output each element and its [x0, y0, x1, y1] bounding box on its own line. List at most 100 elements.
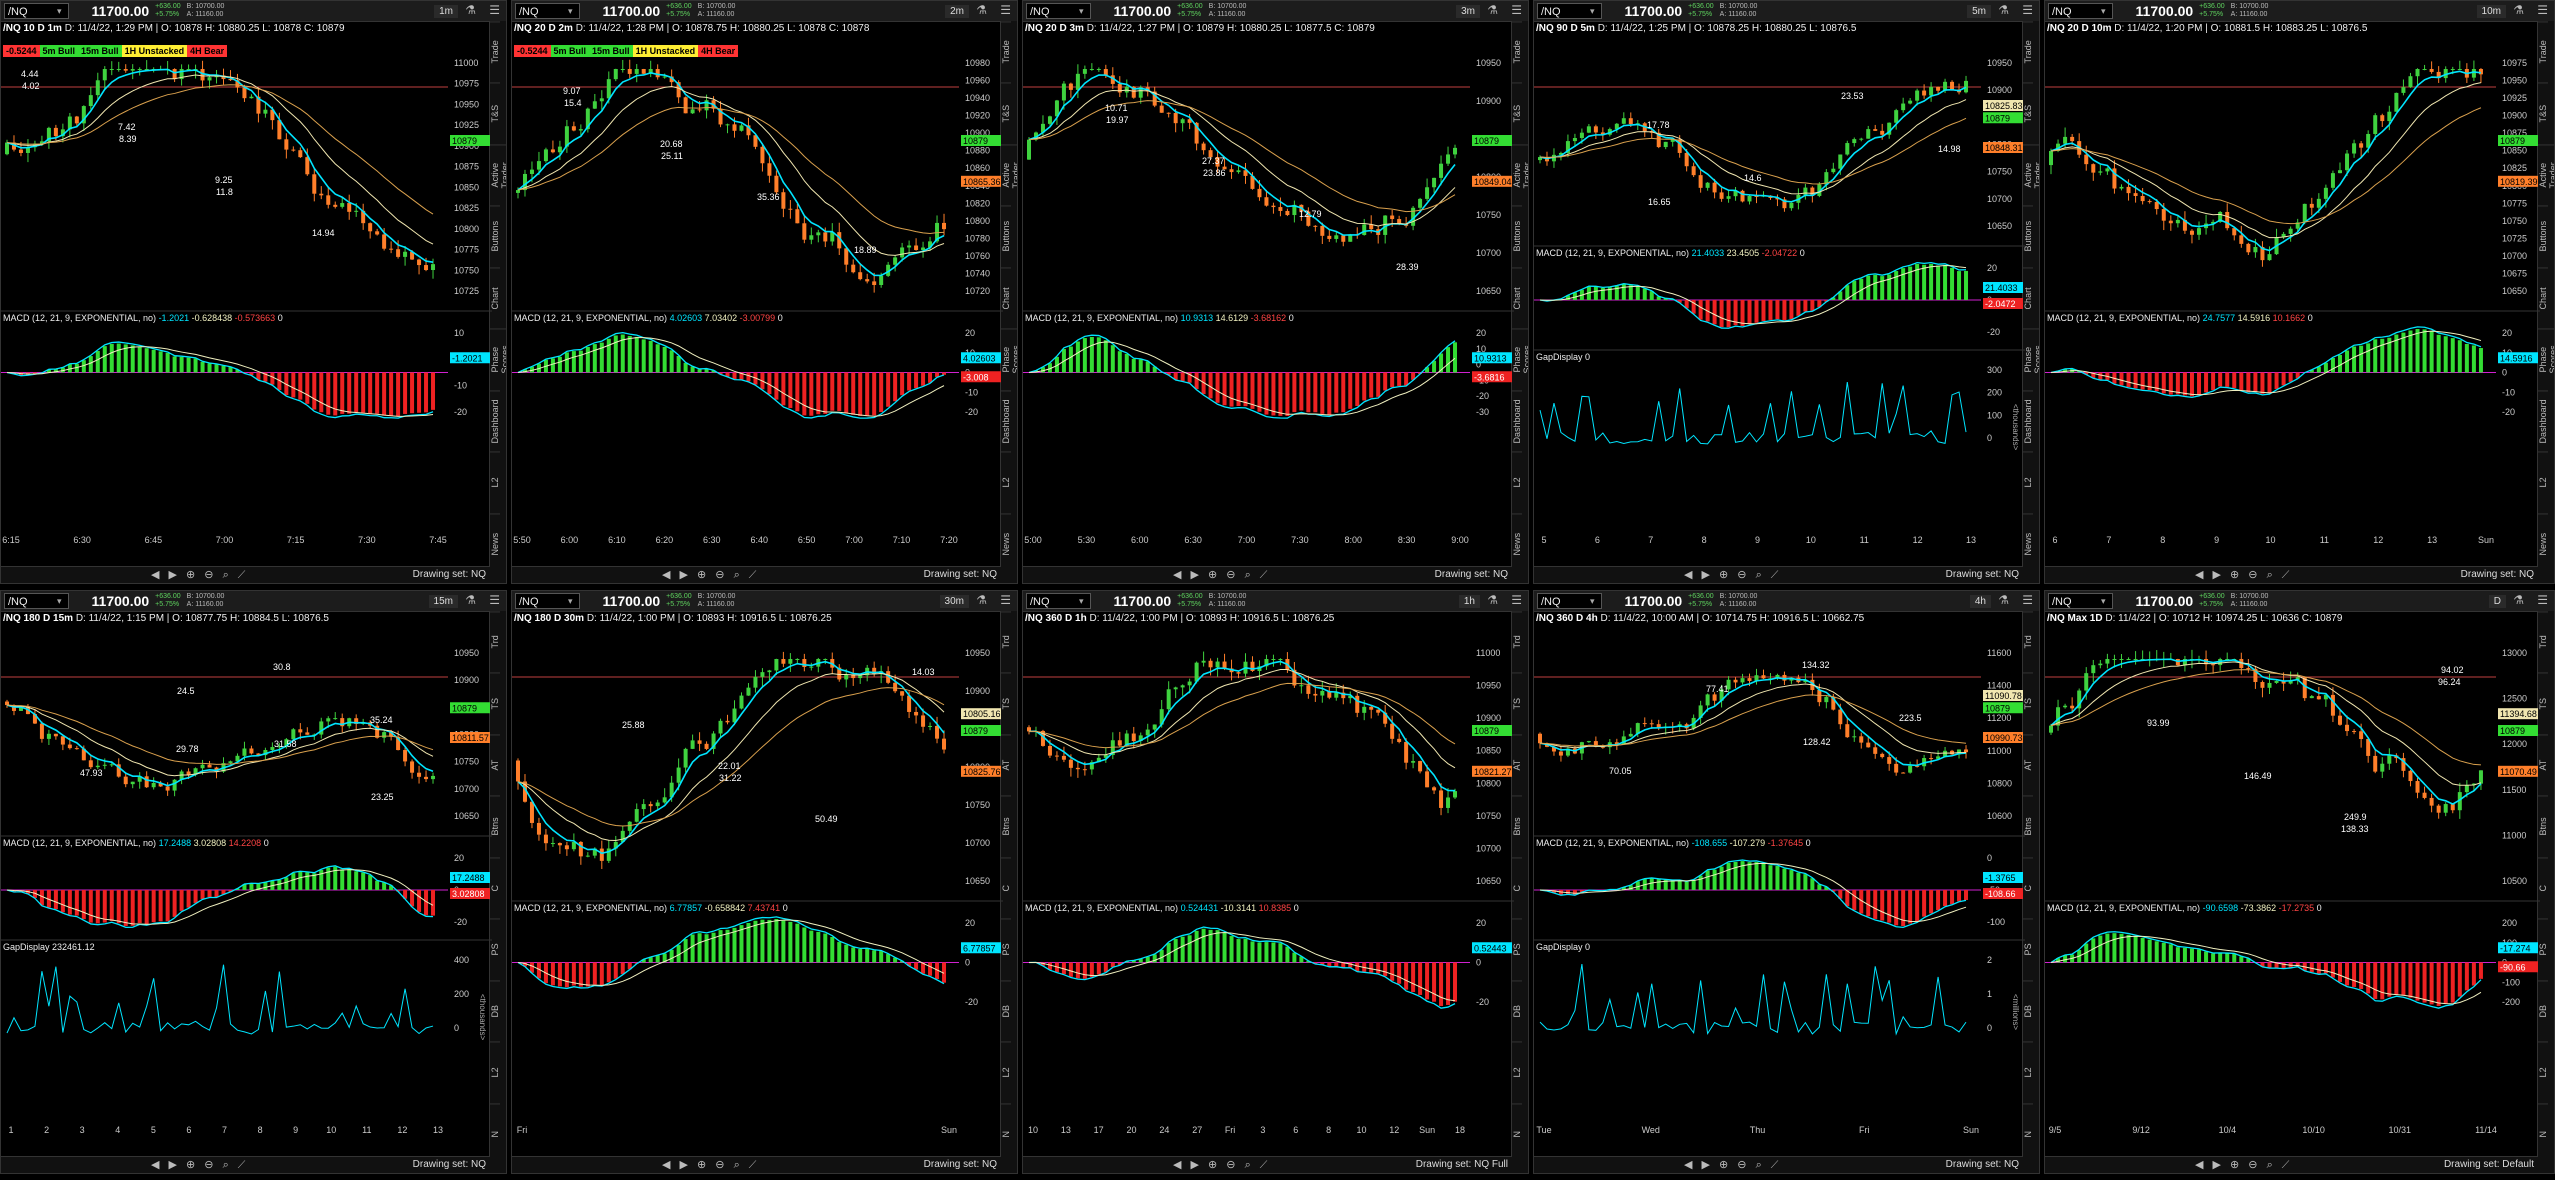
chevron-down-icon[interactable]: ▾: [2101, 6, 2106, 17]
flask-icon[interactable]: ⚗: [1487, 593, 1498, 607]
timeframe-selector[interactable]: 3m: [1456, 4, 1480, 18]
chevron-down-icon[interactable]: ▾: [57, 596, 62, 607]
settings-icon[interactable]: ☰: [489, 3, 500, 17]
macd-signal-value: -107.279: [1729, 838, 1768, 848]
flask-icon[interactable]: ⚗: [976, 3, 987, 17]
macd-histogram-bar: [305, 372, 310, 404]
navigation-tools[interactable]: ◀ ▶ ⊕ ⊖ ⌕ ⟋: [1684, 1158, 1781, 1172]
candle-body: [1173, 687, 1178, 690]
drawing-set-selector[interactable]: Drawing set: NQ: [2461, 569, 2534, 580]
navigation-tools[interactable]: ◀ ▶ ⊕ ⊖ ⌕ ⟋: [2195, 1158, 2292, 1172]
flask-icon[interactable]: ⚗: [2513, 3, 2524, 17]
timeframe-selector[interactable]: 2m: [945, 4, 969, 18]
settings-icon[interactable]: ☰: [489, 593, 500, 607]
candle-body: [319, 193, 324, 196]
price-tag-secondary: 10811.57: [452, 733, 489, 743]
x-tick-label: 10: [1028, 1125, 1038, 1135]
side-tab[interactable]: Phase Scores: [2023, 328, 2039, 390]
settings-icon[interactable]: ☰: [2537, 3, 2548, 17]
drawing-set-selector[interactable]: Drawing set: Default: [2444, 1159, 2534, 1170]
side-tab[interactable]: Phase Scores: [490, 328, 506, 390]
chevron-down-icon[interactable]: ▾: [1079, 6, 1084, 17]
timeframe-selector[interactable]: 4h: [1969, 594, 1991, 608]
side-tab[interactable]: Phase Scores: [1001, 328, 1017, 390]
navigation-tools[interactable]: ◀ ▶ ⊕ ⊖ ⌕ ⟋: [2195, 568, 2292, 582]
navigation-tools[interactable]: ◀ ▶ ⊕ ⊖ ⌕ ⟋: [662, 568, 759, 582]
macd-diff-value: -17.2735: [2278, 903, 2317, 913]
navigation-tools[interactable]: ◀ ▶ ⊕ ⊖ ⌕ ⟋: [151, 1158, 248, 1172]
side-tab[interactable]: Active Trader: [2023, 143, 2039, 206]
drawing-set-selector[interactable]: Drawing set: NQ: [1946, 569, 2019, 580]
settings-icon[interactable]: ☰: [2022, 3, 2033, 17]
timeframe-selector[interactable]: 10m: [2476, 4, 2506, 18]
chart-panel-D: /NQ ▾ 11700.00 +636.00 +5.75% B: 10700.00 A: 1…: [2044, 590, 2555, 1174]
timeframe-selector[interactable]: 1h: [1458, 594, 1480, 608]
drawing-set-selector[interactable]: Drawing set: NQ: [924, 1159, 997, 1170]
chevron-down-icon[interactable]: ▾: [568, 6, 573, 17]
macd-histogram-bar: [2394, 962, 2399, 995]
candle-body: [2091, 164, 2096, 173]
chevron-down-icon[interactable]: ▾: [2101, 596, 2106, 607]
flask-icon[interactable]: ⚗: [976, 593, 987, 607]
navigation-tools[interactable]: ◀ ▶ ⊕ ⊖ ⌕ ⟋: [1684, 568, 1781, 582]
macd-tick-label: -20: [965, 997, 978, 1007]
chevron-down-icon[interactable]: ▾: [1079, 596, 1084, 607]
settings-icon[interactable]: ☰: [2537, 593, 2548, 607]
side-tab[interactable]: Active Trader: [490, 143, 506, 206]
timeframe-selector[interactable]: 15m: [428, 594, 458, 608]
macd-histogram-bar: [2352, 962, 2357, 987]
macd-histogram-bar: [200, 361, 205, 373]
chevron-down-icon[interactable]: ▾: [1590, 6, 1595, 17]
drawing-set-selector[interactable]: Drawing set: NQ: [1946, 1159, 2019, 1170]
swing-annotation: 10.71: [1105, 103, 1128, 113]
candle-body: [529, 169, 534, 174]
macd-histogram-bar: [403, 372, 408, 414]
chevron-down-icon[interactable]: ▾: [1590, 596, 1595, 607]
settings-icon[interactable]: ☰: [1000, 3, 1011, 17]
flask-icon[interactable]: ⚗: [1998, 593, 2009, 607]
timeframe-selector[interactable]: 30m: [939, 594, 969, 608]
macd-histogram-bar: [1278, 943, 1283, 963]
flask-icon[interactable]: ⚗: [465, 3, 476, 17]
y-tick-label: 11400: [1987, 681, 2011, 691]
navigation-tools[interactable]: ◀ ▶ ⊕ ⊖ ⌕ ⟋: [1173, 568, 1270, 582]
flask-icon[interactable]: ⚗: [2513, 593, 2524, 607]
bid-price: B: 10700.00: [1719, 593, 1758, 600]
navigation-tools[interactable]: ◀ ▶ ⊕ ⊖ ⌕ ⟋: [662, 1158, 759, 1172]
candle-body: [2225, 211, 2230, 229]
drawing-set-selector[interactable]: Drawing set: NQ Full: [1416, 1159, 1508, 1170]
side-tab[interactable]: Active Trader: [2538, 143, 2554, 206]
chevron-down-icon[interactable]: ▾: [568, 596, 573, 607]
candle-body: [1285, 210, 1290, 216]
settings-icon[interactable]: ☰: [1511, 593, 1522, 607]
flask-icon[interactable]: ⚗: [1998, 3, 2009, 17]
timeframe-selector[interactable]: 1m: [434, 4, 458, 18]
macd-histogram-bar: [1810, 300, 1815, 311]
drawing-set-selector[interactable]: Drawing set: NQ: [924, 569, 997, 580]
y-tick-label: 10925: [2502, 93, 2527, 103]
price-tag: 10879: [963, 136, 988, 146]
drawing-set-selector[interactable]: Drawing set: NQ: [413, 1159, 486, 1170]
drawing-set-selector[interactable]: Drawing set: NQ: [1435, 569, 1508, 580]
side-tab[interactable]: Phase Scores: [1512, 328, 1528, 390]
chevron-down-icon[interactable]: ▾: [57, 6, 62, 17]
navigation-tools[interactable]: ◀ ▶ ⊕ ⊖ ⌕ ⟋: [151, 568, 248, 582]
drawing-set-selector[interactable]: Drawing set: NQ: [413, 569, 486, 580]
side-tab[interactable]: Active Trader: [1512, 143, 1528, 206]
flask-icon[interactable]: ⚗: [465, 593, 476, 607]
candle-body: [1922, 90, 1927, 96]
settings-icon[interactable]: ☰: [2022, 593, 2033, 607]
bid-ask: B: 10700.00 A: 11160.00: [1720, 3, 1758, 19]
timeframe-selector[interactable]: 5m: [1967, 4, 1991, 18]
candle-body: [1068, 83, 1073, 90]
timeframe-selector[interactable]: D: [2488, 594, 2506, 608]
candle-body: [2316, 198, 2321, 208]
side-tab[interactable]: Active Trader: [1001, 143, 1017, 206]
settings-icon[interactable]: ☰: [1000, 593, 1011, 607]
macd-diff-value: 10.1662: [2272, 313, 2308, 323]
navigation-tools[interactable]: ◀ ▶ ⊕ ⊖ ⌕ ⟋: [1173, 1158, 1270, 1172]
x-tick-label: 7:15: [287, 535, 305, 545]
side-tab[interactable]: Phase Scores: [2538, 328, 2554, 390]
settings-icon[interactable]: ☰: [1511, 3, 1522, 17]
flask-icon[interactable]: ⚗: [1487, 3, 1498, 17]
